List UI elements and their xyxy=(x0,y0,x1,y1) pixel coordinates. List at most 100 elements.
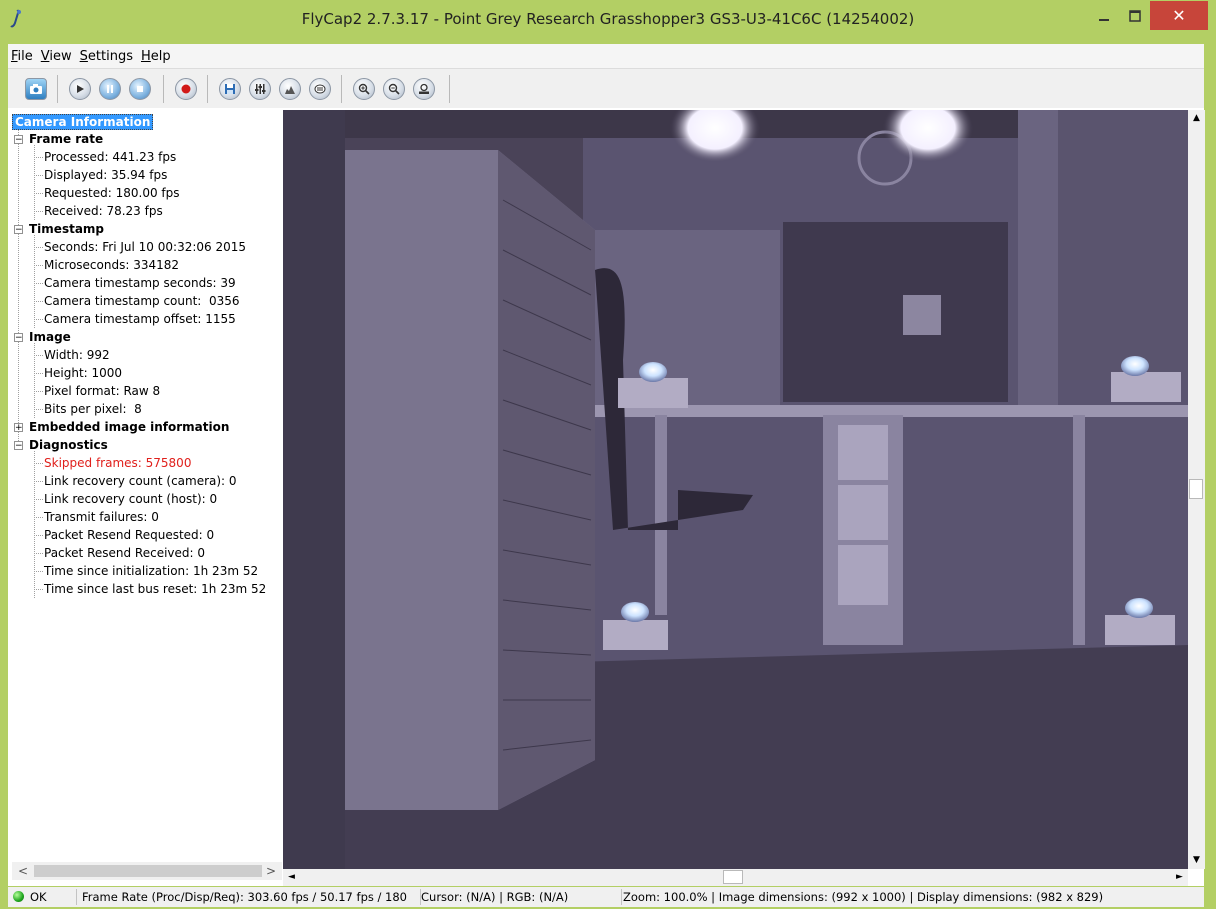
zoom-out-button[interactable] xyxy=(383,78,405,100)
stop-button[interactable] xyxy=(129,78,151,100)
record-button[interactable] xyxy=(175,78,197,100)
tree-item-link-recovery-camera[interactable]: Link recovery count (camera): 0 xyxy=(44,472,237,490)
minimize-button[interactable] xyxy=(1090,1,1118,30)
menu-view[interactable]: View xyxy=(41,49,72,64)
scroll-left-small-icon[interactable]: ◄ xyxy=(283,869,300,886)
toolbar-separator xyxy=(341,75,342,103)
maximize-icon xyxy=(1129,9,1141,22)
tree-item-link-recovery-host[interactable]: Link recovery count (host): 0 xyxy=(44,490,217,508)
tree-connector xyxy=(34,589,43,590)
maximize-button[interactable] xyxy=(1120,1,1150,30)
record-icon xyxy=(181,84,191,94)
histogram-icon xyxy=(285,86,295,94)
close-icon: ✕ xyxy=(1172,6,1186,25)
menu-bar: File View Settings Help xyxy=(8,44,1204,68)
tree-item-seconds[interactable]: Seconds: Fri Jul 10 00:32:06 2015 xyxy=(44,238,246,256)
image-horizontal-scrollbar[interactable]: ◄ ► xyxy=(283,869,1188,886)
tree-item-time-since-bus-reset[interactable]: Time since last bus reset: 1h 23m 52 xyxy=(44,580,266,598)
tree-connector xyxy=(34,355,43,356)
event-statistics-button[interactable] xyxy=(309,78,331,100)
tree-connector xyxy=(34,535,43,536)
zoom-out-icon xyxy=(388,83,400,95)
tree-node-frame-rate[interactable]: Frame rate xyxy=(29,130,103,148)
tree-connector xyxy=(34,451,35,598)
zoom-in-button[interactable] xyxy=(353,78,375,100)
camera-control-button[interactable] xyxy=(249,78,271,100)
tree-connector xyxy=(34,235,35,328)
camera-button[interactable] xyxy=(25,78,47,100)
tree-connector xyxy=(34,463,43,464)
tree-item-packet-resend-requested[interactable]: Packet Resend Requested: 0 xyxy=(44,526,214,544)
tree-horizontal-scrollbar[interactable]: < > xyxy=(12,862,282,880)
scroll-up-icon[interactable]: ▲ xyxy=(1188,110,1205,127)
toolbar-separator xyxy=(163,75,164,103)
zoom-100-button[interactable] xyxy=(413,78,435,100)
tree-connector xyxy=(18,128,19,443)
tree-node-diagnostics[interactable]: Diagnostics xyxy=(29,436,108,454)
camera-image-view[interactable] xyxy=(283,110,1188,869)
status-ok-icon xyxy=(13,891,24,902)
tree-node-timestamp[interactable]: Timestamp xyxy=(29,220,104,238)
tree-connector xyxy=(34,481,43,482)
tree-item-microseconds[interactable]: Microseconds: 334182 xyxy=(44,256,179,274)
tree-node-embedded-image-info[interactable]: Embedded image information xyxy=(29,418,229,436)
camera-info-tree[interactable]: Camera Information − Frame rate Processe… xyxy=(12,113,282,859)
tree-item-camera-ts-offset[interactable]: Camera timestamp offset: 1155 xyxy=(44,310,236,328)
vertical-scrollbar-thumb[interactable] xyxy=(1189,479,1203,499)
tree-item-bits-per-pixel[interactable]: Bits per pixel: 8 xyxy=(44,400,142,418)
save-image-button[interactable] xyxy=(219,78,241,100)
tree-item-camera-ts-seconds[interactable]: Camera timestamp seconds: 39 xyxy=(44,274,236,292)
scroll-left-icon[interactable]: < xyxy=(14,862,32,880)
menu-settings[interactable]: Settings xyxy=(80,49,133,64)
tree-connector xyxy=(34,175,43,176)
collapse-diagnostics-icon[interactable]: − xyxy=(14,441,23,451)
tree-item-camera-ts-count[interactable]: Camera timestamp count: 0356 xyxy=(44,292,240,310)
status-ok-text: OK xyxy=(30,889,77,905)
scroll-right-icon[interactable]: > xyxy=(262,862,280,880)
tree-connector xyxy=(34,391,43,392)
menu-file[interactable]: File xyxy=(11,49,33,64)
settings-icon xyxy=(255,84,266,94)
close-button[interactable]: ✕ xyxy=(1150,1,1208,30)
collapse-frame-rate-icon[interactable]: − xyxy=(14,135,23,145)
start-button[interactable] xyxy=(69,78,91,100)
tree-item-displayed[interactable]: Displayed: 35.94 fps xyxy=(44,166,167,184)
tree-connector xyxy=(34,247,43,248)
tree-root-camera-information[interactable]: Camera Information xyxy=(12,113,154,131)
menu-help[interactable]: Help xyxy=(141,49,171,64)
tree-connector xyxy=(34,301,43,302)
histogram-button[interactable] xyxy=(279,78,301,100)
tree-item-processed[interactable]: Processed: 441.23 fps xyxy=(44,148,176,166)
tree-connector xyxy=(34,283,43,284)
pause-button[interactable] xyxy=(99,78,121,100)
tree-item-height[interactable]: Height: 1000 xyxy=(44,364,122,382)
image-vertical-scrollbar[interactable]: ▲ ▼ xyxy=(1188,110,1205,869)
tree-root-label[interactable]: Camera Information xyxy=(12,114,154,130)
tree-item-skipped-frames[interactable]: Skipped frames: 575800 xyxy=(44,454,191,472)
tree-item-requested[interactable]: Requested: 180.00 fps xyxy=(44,184,180,202)
tree-item-packet-resend-received[interactable]: Packet Resend Received: 0 xyxy=(44,544,205,562)
status-frame-rate: Frame Rate (Proc/Disp/Req): 303.60 fps /… xyxy=(82,889,421,905)
tree-node-image[interactable]: Image xyxy=(29,328,71,346)
tree-item-width[interactable]: Width: 992 xyxy=(44,346,110,364)
horizontal-scrollbar-thumb[interactable] xyxy=(723,870,743,884)
camera-frame-image[interactable] xyxy=(283,110,1188,869)
tree-item-pixel-format[interactable]: Pixel format: Raw 8 xyxy=(44,382,160,400)
toolbar-separator xyxy=(57,75,58,103)
tree-connector xyxy=(34,193,43,194)
collapse-image-icon[interactable]: − xyxy=(14,333,23,343)
save-icon xyxy=(225,84,235,94)
scroll-right-small-icon[interactable]: ► xyxy=(1171,869,1188,886)
title-bar[interactable]: FlyCap2 2.7.3.17 - Point Grey Research G… xyxy=(0,0,1216,40)
zoom-in-icon xyxy=(358,83,370,95)
tree-connector xyxy=(34,571,43,572)
tree-item-transmit-failures[interactable]: Transmit failures: 0 xyxy=(44,508,159,526)
scroll-down-icon[interactable]: ▼ xyxy=(1188,852,1205,869)
pause-icon xyxy=(107,85,113,93)
tree-connector xyxy=(34,553,43,554)
expand-embedded-icon[interactable]: + xyxy=(14,423,23,433)
scrollbar-thumb[interactable] xyxy=(34,865,262,877)
tree-item-received[interactable]: Received: 78.23 fps xyxy=(44,202,163,220)
tree-item-time-since-init[interactable]: Time since initialization: 1h 23m 52 xyxy=(44,562,258,580)
collapse-timestamp-icon[interactable]: − xyxy=(14,225,23,235)
